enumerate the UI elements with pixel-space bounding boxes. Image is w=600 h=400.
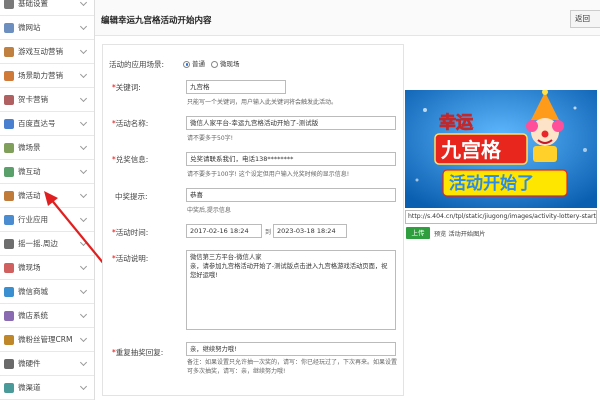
sidebar-item-8[interactable]: 微互动	[0, 160, 94, 184]
shop-icon	[4, 286, 14, 297]
sidebar-item-13[interactable]: 微信商城	[0, 280, 94, 304]
banner-bottom-text: 活动开始了	[449, 173, 534, 194]
keyword-hint: 只能写一个关键词，用户输入此关键词将会触发此活动。	[187, 99, 338, 106]
activity-start-image: 幸运 九宫格 活动开始了	[405, 90, 597, 208]
sidebar-item-14[interactable]: 微店系统	[0, 304, 94, 328]
name-label: *活动名称:	[112, 119, 149, 128]
description-label: *活动说明:	[112, 254, 149, 263]
industry-icon	[4, 214, 14, 225]
description-textarea[interactable]: 微信第三方平台-微信人家 亲，请参加九宫格活动开始了-测试版点击进入九宫格游戏活…	[186, 250, 396, 330]
radio-icon	[183, 60, 190, 68]
home-icon	[4, 22, 14, 33]
sidebar-item-label: 微渠道	[18, 383, 41, 392]
time-label: *活动时间:	[112, 228, 149, 237]
sidebar-item-label: 微信商城	[18, 287, 48, 296]
start-time-input[interactable]: 2017-02-16 18:24	[186, 224, 262, 238]
keyword-input[interactable]: 九宫格	[186, 80, 286, 94]
sidebar-item-label: 微现场	[18, 263, 41, 272]
win-tip-input[interactable]: 恭喜	[186, 188, 396, 202]
repeat-reply-hint: 备注：如果设置只允许抽一次奖的，请写：你已经玩过了，下次再来。如果设置可多次抽奖…	[187, 359, 398, 375]
scene-label: 活动的应用场景:	[109, 60, 165, 69]
nine-grid-banner: 九宫格	[434, 133, 528, 165]
chevron-down-icon	[79, 142, 88, 151]
sidebar-item-label: 微场景	[18, 143, 41, 152]
shake-icon	[4, 238, 14, 249]
gamepad-icon	[4, 46, 14, 57]
sidebar-item-7[interactable]: 微场景	[0, 136, 94, 160]
name-hint: 请不要多于50字!	[187, 135, 234, 142]
sidebar-item-6[interactable]: 百度直达号	[0, 112, 94, 136]
repeat-reply-label: *重复抽奖回复:	[112, 348, 164, 357]
sidebar-item-label: 基础设置	[18, 0, 48, 8]
chevron-down-icon	[79, 310, 88, 319]
prize-info-input[interactable]: 兑奖请联系我们，电话138********	[186, 152, 396, 166]
chevron-down-icon	[79, 382, 88, 391]
chevron-down-icon	[79, 46, 88, 55]
win-tip-hint: 中奖后,提示信息	[187, 207, 231, 214]
radio-icon	[211, 60, 218, 68]
chevron-down-icon	[79, 334, 88, 343]
image-url-input[interactable]: http://s.404.cn/tpl/static/jiugong/image…	[405, 210, 597, 224]
scene-screen-icon	[4, 142, 14, 153]
sidebar-item-label: 微店系统	[18, 311, 48, 320]
sidebar-item-label: 百度直达号	[18, 119, 56, 128]
name-input[interactable]: 微信人家平台-幸运九宫格活动开始了-测试版	[186, 116, 396, 130]
sidebar-item-3[interactable]: 游戏互动营销	[0, 40, 94, 64]
sidebar-item-label: 微粉丝管理CRM	[18, 335, 73, 344]
preview-link[interactable]: 预览 活动开始图片	[434, 229, 485, 238]
banner-mid-text: 九宫格	[440, 138, 502, 162]
keyword-label: *关键词:	[112, 83, 141, 92]
live-icon	[4, 262, 14, 273]
interaction-icon	[4, 166, 14, 177]
red-annotation-arrow	[44, 191, 105, 265]
hardware-icon	[4, 358, 14, 369]
sidebar-item-2[interactable]: 微网站	[0, 16, 94, 40]
chevron-down-icon	[79, 358, 88, 367]
repeat-reply-textarea[interactable]: 亲，继续努力哦!	[186, 342, 396, 356]
sidebar-item-17[interactable]: 微渠道	[0, 376, 94, 400]
win-tip-label: 中奖提示:	[115, 192, 148, 201]
chevron-down-icon	[79, 0, 88, 7]
time-separator: 到	[265, 229, 272, 236]
card-icon	[4, 94, 14, 105]
activity-form: 活动的应用场景: 普通 微现场 *关键词: 九宫格 只能写一个关键词，用户输入此…	[102, 44, 404, 396]
crm-icon	[4, 334, 14, 345]
start-banner: 活动开始了	[442, 169, 568, 197]
store-icon	[4, 310, 14, 321]
sidebar-item-15[interactable]: 微粉丝管理CRM	[0, 328, 94, 352]
sidebar-item-label: 微活动	[18, 191, 41, 200]
banner-top-text: 幸运	[439, 112, 473, 133]
scene-radio-live[interactable]: 微现场	[211, 58, 240, 68]
scene-icon	[4, 70, 14, 81]
sidebar-item-5[interactable]: 贺卡营销	[0, 88, 94, 112]
sidebar-item-label: 微硬件	[18, 359, 41, 368]
chevron-down-icon	[79, 94, 88, 103]
channel-icon	[4, 382, 14, 393]
page-title: 编辑幸运九宫格活动开始内容	[101, 16, 212, 26]
activity-icon	[4, 190, 14, 201]
prize-info-hint: 请不要多于100字! 这个设定但用户输入兑奖时候的显示信息!	[187, 171, 350, 178]
baidu-icon	[4, 118, 14, 129]
sidebar-item-label: 游戏互动营销	[18, 47, 63, 56]
page-header: 编辑幸运九宫格活动开始内容 返回	[95, 0, 600, 36]
chevron-down-icon	[79, 118, 88, 127]
chevron-down-icon	[79, 286, 88, 295]
sidebar-item-label: 微互动	[18, 167, 41, 176]
upload-button[interactable]: 上传	[406, 227, 430, 239]
sidebar-item-16[interactable]: 微硬件	[0, 352, 94, 376]
sidebar-item-label: 微网站	[18, 23, 41, 32]
prize-info-label: *兑奖信息:	[112, 155, 149, 164]
chevron-down-icon	[79, 166, 88, 175]
chevron-down-icon	[79, 22, 88, 31]
back-button[interactable]: 返回	[570, 10, 600, 28]
scene-radio-normal[interactable]: 普通	[183, 58, 205, 68]
sidebar-item-label: 场景助力营销	[18, 71, 63, 80]
sidebar-item-label: 贺卡营销	[18, 95, 48, 104]
end-time-input[interactable]: 2023-03-18 18:24	[273, 224, 347, 238]
settings-icon	[4, 0, 14, 9]
sidebar-item-1[interactable]: 基础设置	[0, 0, 94, 16]
chevron-down-icon	[79, 70, 88, 79]
sidebar-item-4[interactable]: 场景助力营销	[0, 64, 94, 88]
